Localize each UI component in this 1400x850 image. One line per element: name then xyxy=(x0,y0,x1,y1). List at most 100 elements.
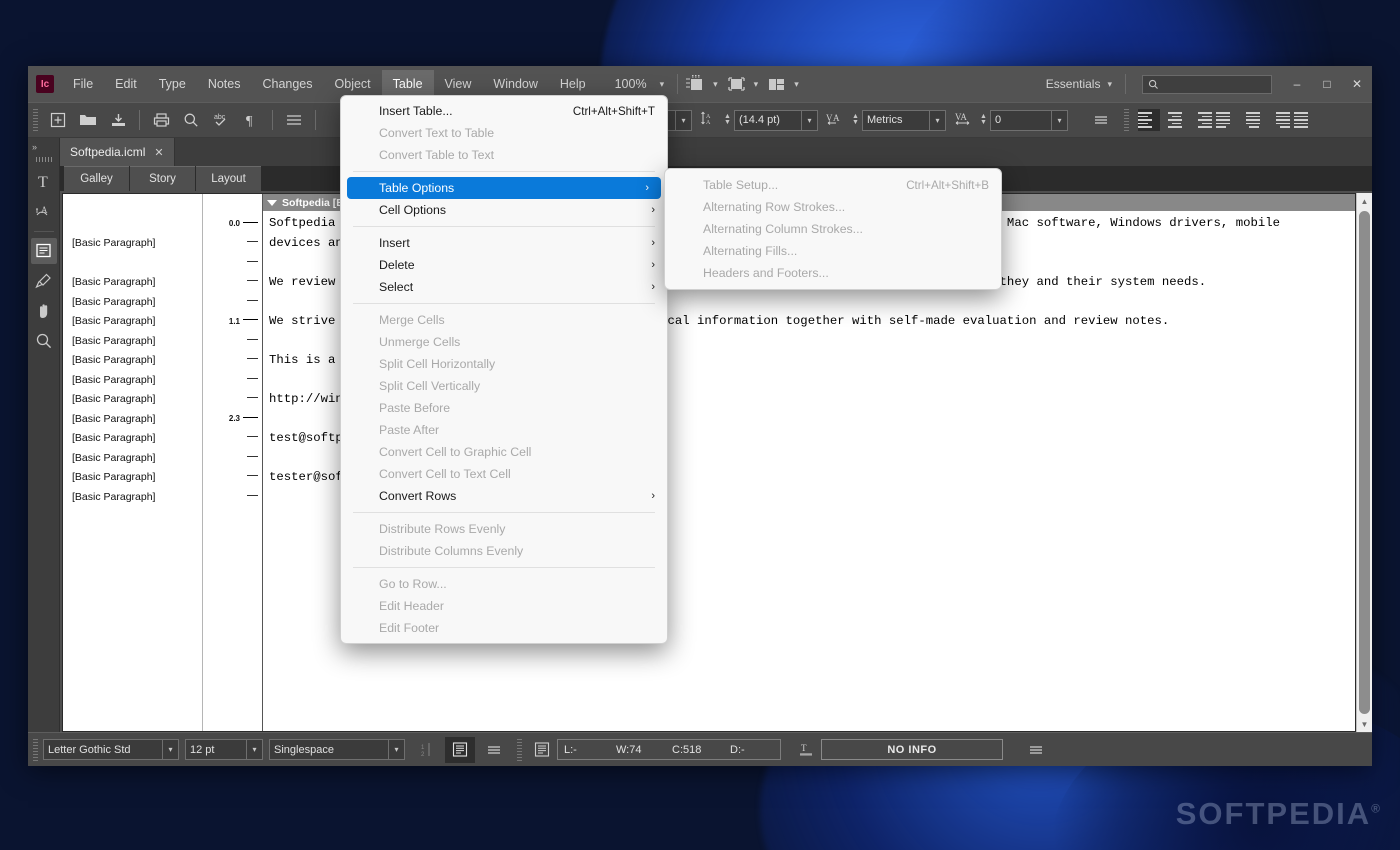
toolbar-grip[interactable] xyxy=(1124,109,1129,131)
menu-icon[interactable] xyxy=(279,107,309,133)
print-icon[interactable] xyxy=(146,107,176,133)
menu-item-insert[interactable]: Insert › xyxy=(341,232,667,254)
paragraph-style-label[interactable]: [Basic Paragraph] xyxy=(63,370,202,390)
justify-center-button[interactable] xyxy=(1242,109,1264,131)
justify-all-button[interactable] xyxy=(1294,109,1316,131)
menu-notes[interactable]: Notes xyxy=(197,70,252,98)
open-folder-icon[interactable] xyxy=(73,107,103,133)
tracking-control[interactable]: ▲ ▼ 0 ▾ xyxy=(977,109,1068,131)
paragraph-style-label[interactable]: [Basic Paragraph] xyxy=(63,234,202,254)
eyedropper-tool[interactable] xyxy=(31,268,57,294)
menu-table[interactable]: Table xyxy=(381,70,434,98)
menu-object[interactable]: Object xyxy=(324,70,382,98)
copyfit-icon[interactable]: T xyxy=(791,737,821,763)
collapse-triangle-icon[interactable] xyxy=(267,199,277,206)
maximize-button[interactable]: □ xyxy=(1312,71,1342,97)
chevron-down-icon[interactable]: ▾ xyxy=(787,79,806,90)
chevron-down-icon[interactable]: ▾ xyxy=(389,739,405,760)
paragraph-style-label[interactable]: [Basic Paragraph] xyxy=(63,292,202,312)
tracking-value[interactable]: 0 xyxy=(990,109,1052,131)
close-icon[interactable]: ✕ xyxy=(154,146,163,159)
menu-item-insert-table[interactable]: Insert Table... Ctrl+Alt+Shift+T xyxy=(341,100,667,122)
view-tab-layout[interactable]: Layout xyxy=(196,166,261,191)
leading-value[interactable]: (14.4 pt) xyxy=(734,109,802,131)
toolbar-grip[interactable] xyxy=(33,109,38,131)
collapse-panel-icon[interactable]: » xyxy=(28,140,59,154)
kerning-stepper[interactable]: ▲ ▼ xyxy=(849,110,862,131)
scrollbar-thumb[interactable] xyxy=(1359,211,1370,714)
chevron-down-icon[interactable]: ▾ xyxy=(802,109,818,131)
menu-file[interactable]: File xyxy=(62,70,104,98)
vertical-scrollbar[interactable]: ▲ ▼ xyxy=(1356,193,1372,732)
menu-window[interactable]: Window xyxy=(482,70,548,98)
chevron-down-icon[interactable]: ▾ xyxy=(247,739,263,760)
justify-left-button[interactable] xyxy=(1216,109,1238,131)
status-font-size-control[interactable]: 12 pt ▾ xyxy=(185,739,263,760)
paragraph-style-label[interactable]: [Basic Paragraph] xyxy=(63,273,202,293)
note-tool[interactable] xyxy=(30,238,57,264)
kerning-value[interactable]: Metrics xyxy=(862,109,930,131)
justify-right-button[interactable] xyxy=(1268,109,1290,131)
document-tab[interactable]: Softpedia.icml ✕ xyxy=(60,138,175,166)
paragraph-style-label[interactable]: [Basic Paragraph] xyxy=(63,429,202,449)
type-on-path-tool[interactable]: A xyxy=(31,198,57,224)
track-changes-icon[interactable] xyxy=(527,737,557,763)
chevron-down-icon[interactable]: ▾ xyxy=(676,109,692,131)
menu-view[interactable]: View xyxy=(434,70,483,98)
align-right-button[interactable] xyxy=(1190,109,1212,131)
search-input[interactable] xyxy=(1142,74,1272,94)
paragraph-style-label[interactable]: [Basic Paragraph] xyxy=(63,312,202,332)
menu-item-table-options[interactable]: Table Options › xyxy=(347,177,661,199)
chevron-down-icon[interactable]: ▾ xyxy=(930,109,946,131)
align-center-button[interactable] xyxy=(1164,109,1186,131)
tracking-stepper[interactable]: ▲ ▼ xyxy=(977,110,990,131)
panel-grip[interactable] xyxy=(35,157,52,162)
line-spacing-control[interactable]: Singlespace ▾ xyxy=(269,739,405,760)
paragraph-style-label[interactable]: [Basic Paragraph] xyxy=(63,390,202,410)
new-document-icon[interactable] xyxy=(43,107,73,133)
chevron-down-icon[interactable]: ▾ xyxy=(706,79,725,90)
status-menu-icon[interactable] xyxy=(479,737,509,763)
kerning-control[interactable]: ▲ ▼ Metrics ▾ xyxy=(849,109,946,131)
paragraph-style-label[interactable]: [Basic Paragraph] xyxy=(63,448,202,468)
menu-help[interactable]: Help xyxy=(549,70,597,98)
status-font-size-value[interactable]: 12 pt xyxy=(185,739,247,760)
menu-changes[interactable]: Changes xyxy=(251,70,323,98)
view-options-control[interactable]: ▾ xyxy=(684,75,725,93)
align-left-button[interactable] xyxy=(1138,109,1160,131)
character-panel-menu-icon[interactable] xyxy=(1086,107,1116,133)
pilcrow-icon[interactable]: ¶ xyxy=(236,107,266,133)
menu-type[interactable]: Type xyxy=(148,70,197,98)
workspace-selector-label[interactable]: Essentials xyxy=(1046,77,1101,91)
menu-edit[interactable]: Edit xyxy=(104,70,148,98)
paragraph-style-label[interactable]: [Basic Paragraph] xyxy=(63,468,202,488)
chevron-down-icon[interactable]: ▾ xyxy=(163,739,179,760)
minimize-button[interactable]: – xyxy=(1282,71,1312,97)
paragraph-style-label[interactable]: [Basic Paragraph] xyxy=(63,409,202,429)
chevron-down-icon[interactable]: ▾ xyxy=(747,79,766,90)
menu-item-delete[interactable]: Delete › xyxy=(341,254,667,276)
close-button[interactable]: ✕ xyxy=(1342,71,1372,97)
search-icon[interactable] xyxy=(176,107,206,133)
paragraph-style-label[interactable]: [Basic Paragraph] xyxy=(63,487,202,507)
line-numbering-icon[interactable]: 12 xyxy=(413,737,443,763)
menu-item-select[interactable]: Select › xyxy=(341,276,667,298)
zoom-control[interactable]: 100% ▾ xyxy=(609,77,672,91)
menu-item-cell-options[interactable]: Cell Options › xyxy=(341,199,667,221)
hand-tool[interactable] xyxy=(31,298,57,324)
toolbar-grip[interactable] xyxy=(33,738,38,761)
toolbar-grip[interactable] xyxy=(517,738,522,761)
screen-mode-control[interactable]: ▾ xyxy=(725,75,766,93)
show-paragraph-styles-icon[interactable] xyxy=(445,736,475,763)
save-icon[interactable] xyxy=(103,107,133,133)
view-tab-story[interactable]: Story xyxy=(130,166,195,191)
type-tool[interactable]: T xyxy=(31,168,57,194)
chevron-down-icon[interactable]: ▾ xyxy=(1100,79,1119,90)
spellcheck-icon[interactable]: abc xyxy=(206,107,236,133)
status-panel-menu-icon[interactable] xyxy=(1021,737,1051,763)
chevron-down-icon[interactable]: ▾ xyxy=(653,79,672,90)
leading-stepper[interactable]: ▲ ▼ xyxy=(721,110,734,131)
zoom-tool[interactable] xyxy=(31,328,57,354)
paragraph-style-label[interactable]: [Basic Paragraph] xyxy=(63,351,202,371)
arrange-documents-control[interactable]: ▾ xyxy=(765,75,806,93)
